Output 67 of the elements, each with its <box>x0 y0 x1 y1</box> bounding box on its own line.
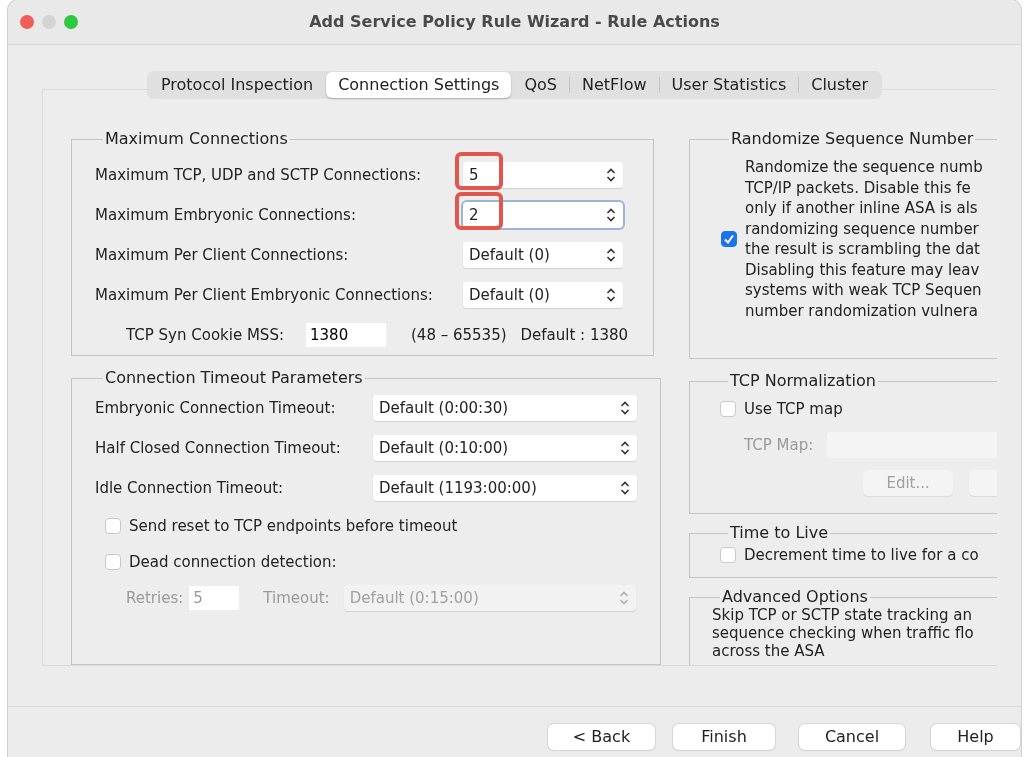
description-line: randomizing sequence number <box>745 218 980 239</box>
description-line: TCP/IP packets. Disable this fe <box>745 177 972 198</box>
dialog-button[interactable]: Help <box>931 724 1020 750</box>
spinner-field[interactable]: 5 <box>463 162 623 188</box>
group-title: Maximum Connections <box>104 130 289 148</box>
field-label: Half Closed Connection Timeout: <box>95 437 342 459</box>
checkbox-label: Use TCP map <box>744 398 843 420</box>
dialog-button[interactable]: Finish <box>673 724 775 750</box>
window-title: Add Service Policy Rule Wizard - Rule Actions <box>309 11 720 33</box>
field-label: Maximum Per Client Embryonic Connections: <box>95 284 434 306</box>
field-label: Maximum TCP, UDP and SCTP Connections: <box>95 164 423 186</box>
description-line: Skip TCP or SCTP state tracking an <box>712 606 973 624</box>
spinner-arrows-icon <box>606 248 616 262</box>
checkbox[interactable] <box>105 554 121 570</box>
group-title: Connection Timeout Parameters <box>104 369 364 387</box>
group-title: Advanced Options <box>721 588 869 606</box>
checkbox[interactable] <box>721 231 737 247</box>
field-label: Idle Connection Timeout: <box>95 477 285 499</box>
spinner-field[interactable]: Default (0:00:30) <box>373 395 637 421</box>
field-label: Retries: <box>126 587 184 609</box>
checkbox-label: Send reset to TCP endpoints before timeout <box>129 515 458 537</box>
spinner-arrows-icon <box>618 591 629 605</box>
spinner-arrows-icon <box>620 481 630 495</box>
checkbox[interactable] <box>720 547 736 564</box>
tab[interactable]: User Statistics <box>659 72 799 98</box>
spinner-field[interactable]: Default (0:10:00) <box>373 435 637 461</box>
range-hint: (48 – 65535) <box>411 324 507 346</box>
group-title: Randomize Sequence Number <box>730 130 975 148</box>
tab[interactable]: Connection Settings <box>326 72 512 98</box>
description-line: number randomization vulnera <box>745 300 979 321</box>
spinner-arrows-icon <box>620 441 630 455</box>
group-title: TCP Normalization <box>729 372 877 390</box>
field-label: Embryonic Connection Timeout: <box>95 397 337 419</box>
spinner-arrows-icon <box>606 288 616 302</box>
field-label: Maximum Per Client Connections: <box>95 244 350 266</box>
default-hint: Default : 1380 <box>520 324 629 346</box>
spinner-field[interactable]: 2 <box>463 202 623 228</box>
field-label: TCP Syn Cookie MSS: <box>126 324 285 346</box>
checkbox[interactable] <box>105 518 121 534</box>
description-line: systems with weak TCP Sequen <box>745 280 983 301</box>
field-label: Timeout: <box>263 587 330 609</box>
checkbox-label: Dead connection detection: <box>129 551 337 573</box>
close-icon[interactable] <box>20 15 34 29</box>
maximize-icon[interactable] <box>64 15 78 29</box>
text-field[interactable]: 1380 <box>306 323 386 347</box>
spinner-field[interactable]: Default (1193:00:00) <box>373 475 637 501</box>
dialog-button[interactable]: < Back <box>548 724 655 750</box>
spinner-arrows-icon <box>620 401 630 415</box>
checkbox-label: Decrement time to live for a co <box>744 545 979 566</box>
spinner-field[interactable]: Default (0) <box>463 282 623 308</box>
description-line: Randomize the sequence numb <box>745 157 983 178</box>
description-line: sequence checking when traffic flo <box>712 624 975 642</box>
group-title: Time to Live <box>729 524 830 542</box>
spinner-field[interactable]: Default (0) <box>463 242 623 268</box>
tab[interactable]: Protocol Inspection <box>148 72 326 98</box>
description-line: the result is scrambling the dat <box>745 239 981 260</box>
description-line: across the ASA <box>712 642 826 660</box>
field-label: TCP Map: <box>744 434 814 456</box>
description-line: only if another inline ASA is als <box>745 198 979 219</box>
field-label: Maximum Embryonic Connections: <box>95 204 357 226</box>
tab[interactable]: NetFlow <box>569 72 659 98</box>
description-line: Disabling this feature may leav <box>745 259 981 280</box>
spinner-arrows-icon <box>606 168 616 182</box>
spinner-arrows-icon <box>606 208 616 222</box>
tab[interactable]: QoS <box>512 72 569 98</box>
tab[interactable]: Cluster <box>799 72 881 98</box>
dialog-button[interactable]: Cancel <box>799 724 905 750</box>
